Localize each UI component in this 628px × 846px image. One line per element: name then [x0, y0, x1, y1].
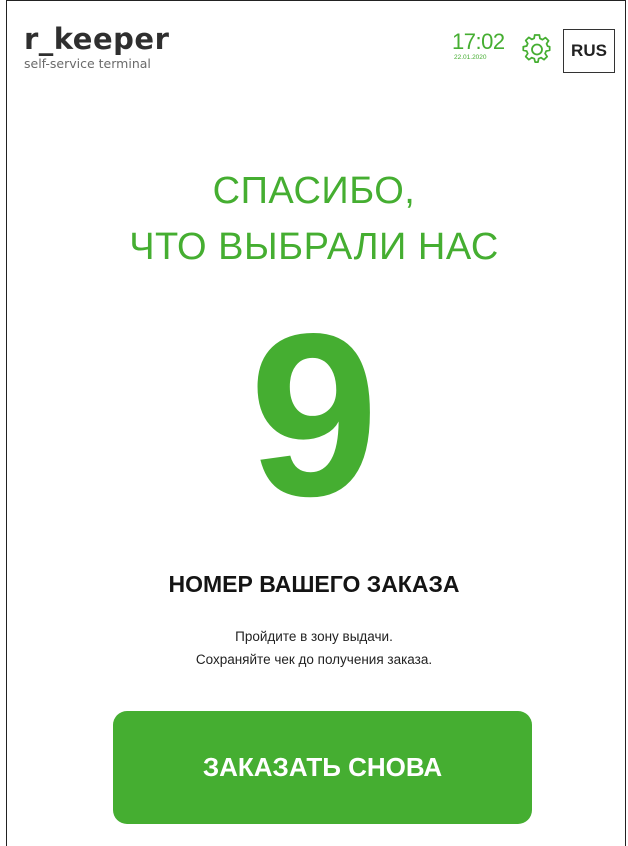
clock: 17:02 22.01.2020	[452, 30, 510, 62]
instruction-line-1: Пройдите в зону выдачи.	[235, 629, 393, 644]
clock-time: 17:02	[452, 29, 505, 54]
logo-subtitle: self-service terminal	[24, 56, 151, 71]
order-number-label: НОМЕР ВАШЕГО ЗАКАЗА	[168, 571, 460, 597]
clock-date: 22.01.2020	[454, 54, 487, 61]
logo: r_keeper self-service terminal	[24, 22, 169, 72]
order-again-button[interactable]: ЗАКАЗАТЬ СНОВА	[113, 711, 532, 824]
logo-title: r_keeper	[24, 22, 170, 56]
gear-icon[interactable]	[522, 34, 552, 64]
order-number: 9	[249, 286, 379, 545]
thanks-line-1: СПАСИБО,	[212, 170, 416, 212]
order-again-label: ЗАКАЗАТЬ СНОВА	[202, 752, 443, 782]
language-button[interactable]: RUS	[563, 29, 615, 73]
thanks-line-2: ЧТО ВЫБРАЛИ НАС	[129, 226, 499, 268]
instruction-line-2: Сохраняйте чек до получения заказа.	[195, 652, 433, 667]
